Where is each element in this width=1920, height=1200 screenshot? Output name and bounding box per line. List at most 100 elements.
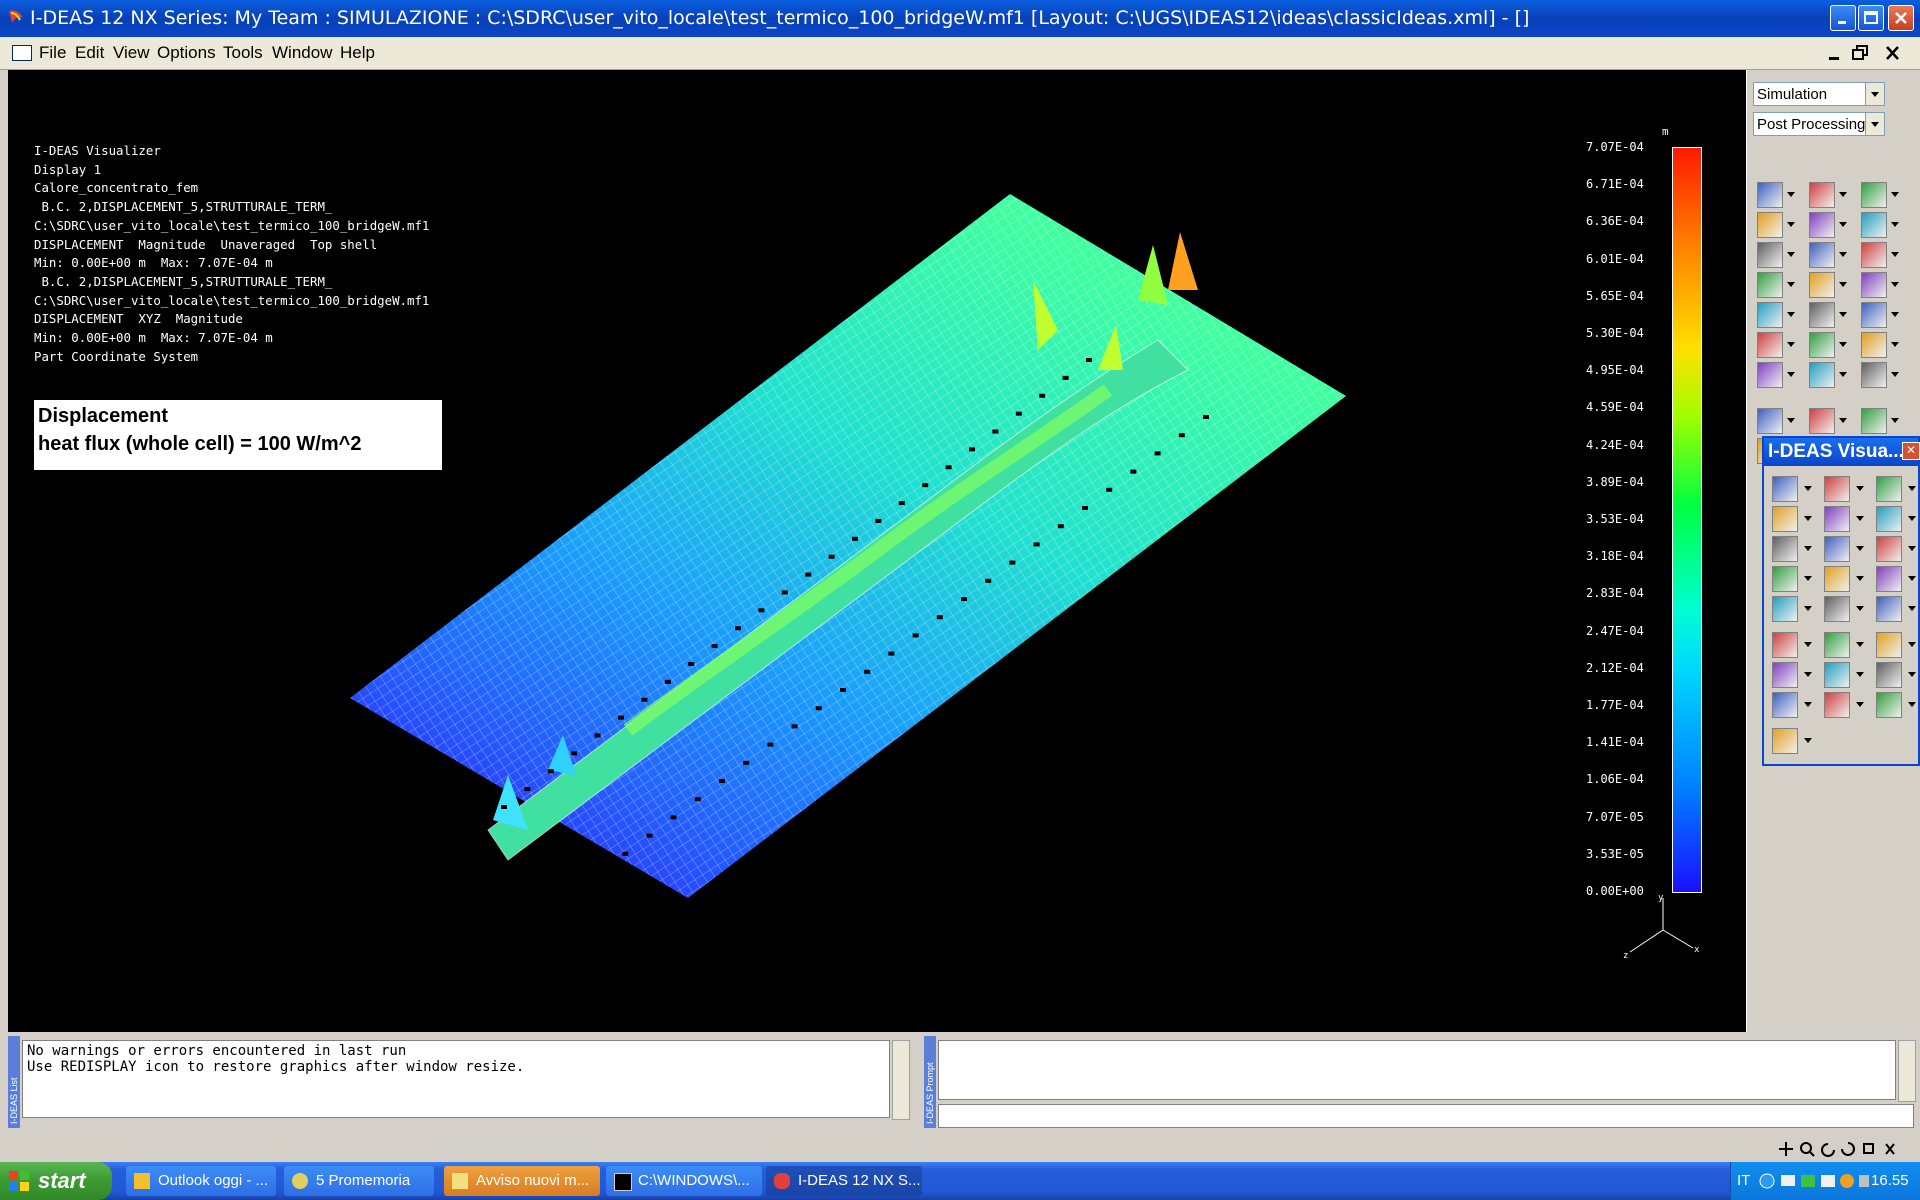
tool-dropdown-icon[interactable] xyxy=(1787,372,1795,377)
palette-tool-icon[interactable] xyxy=(1772,536,1798,562)
tool-dropdown-icon[interactable] xyxy=(1787,282,1795,287)
palette-tool-icon[interactable] xyxy=(1772,662,1798,688)
tool-dropdown-icon[interactable] xyxy=(1891,252,1899,257)
palette-tool-icon[interactable] xyxy=(1772,632,1798,658)
tool-icon[interactable] xyxy=(1861,332,1887,358)
tool-dropdown-icon[interactable] xyxy=(1839,342,1847,347)
palette-dropdown-icon[interactable] xyxy=(1908,642,1916,647)
palette-tool-icon[interactable] xyxy=(1824,692,1850,718)
palette-dropdown-icon[interactable] xyxy=(1908,486,1916,491)
menu-view[interactable]: View xyxy=(113,43,150,63)
tool-icon[interactable] xyxy=(1757,242,1783,268)
tool-icon[interactable] xyxy=(1757,212,1783,238)
task-new-mail-alert[interactable]: Avviso nuovi m... xyxy=(444,1166,600,1196)
palette-dropdown-icon[interactable] xyxy=(1856,576,1864,581)
task-outlook[interactable]: Outlook oggi - ... xyxy=(126,1166,276,1196)
tool-icon[interactable] xyxy=(1809,182,1835,208)
palette-dropdown-icon[interactable] xyxy=(1908,546,1916,551)
palette-dropdown-icon[interactable] xyxy=(1908,702,1916,707)
window-title-bar[interactable]: I-DEAS 12 NX Series: My Team : SIMULAZIO… xyxy=(0,0,1920,37)
visualizer-palette[interactable]: I-DEAS Visua... ✕ xyxy=(1762,436,1920,766)
tool-dropdown-icon[interactable] xyxy=(1839,418,1847,423)
tool-dropdown-icon[interactable] xyxy=(1891,372,1899,377)
list-output-text[interactable]: No warnings or errors encountered in las… xyxy=(22,1040,890,1118)
tool-icon[interactable] xyxy=(1757,362,1783,388)
palette-tool-icon[interactable] xyxy=(1824,566,1850,592)
palette-tool-icon[interactable] xyxy=(1876,632,1902,658)
palette-dropdown-icon[interactable] xyxy=(1908,516,1916,521)
palette-tool-icon[interactable] xyxy=(1824,476,1850,502)
tool-icon[interactable] xyxy=(1757,302,1783,328)
task-reminders[interactable]: 5 Promemoria xyxy=(284,1166,434,1196)
tool-dropdown-icon[interactable] xyxy=(1787,222,1795,227)
palette-dropdown-icon[interactable] xyxy=(1804,486,1812,491)
palette-tool-icon[interactable] xyxy=(1876,692,1902,718)
prompt-scrollbar[interactable] xyxy=(1898,1040,1916,1102)
tool-icon[interactable] xyxy=(1809,362,1835,388)
tool-icon[interactable] xyxy=(1809,212,1835,238)
task-command-prompt[interactable]: C:\WINDOWS\... xyxy=(606,1166,762,1196)
tool-dropdown-icon[interactable] xyxy=(1839,312,1847,317)
palette-tool-icon[interactable] xyxy=(1824,506,1850,532)
palette-dropdown-icon[interactable] xyxy=(1804,672,1812,677)
tool-dropdown-icon[interactable] xyxy=(1839,282,1847,287)
tool-dropdown-icon[interactable] xyxy=(1891,192,1899,197)
palette-tool-icon[interactable] xyxy=(1772,476,1798,502)
palette-tool-icon[interactable] xyxy=(1876,596,1902,622)
palette-tool-icon[interactable] xyxy=(1772,566,1798,592)
prompt-output[interactable] xyxy=(938,1040,1896,1100)
tool-dropdown-icon[interactable] xyxy=(1787,252,1795,257)
close-button[interactable] xyxy=(1888,5,1914,31)
tool-dropdown-icon[interactable] xyxy=(1839,192,1847,197)
chevron-down-icon[interactable] xyxy=(1865,83,1884,105)
palette-tool-icon[interactable] xyxy=(1772,596,1798,622)
document-icon[interactable] xyxy=(12,45,32,61)
tool-icon[interactable] xyxy=(1861,408,1887,434)
palette-dropdown-icon[interactable] xyxy=(1856,642,1864,647)
palette-dropdown-icon[interactable] xyxy=(1804,546,1812,551)
tool-icon[interactable] xyxy=(1757,182,1783,208)
palette-dropdown-icon[interactable] xyxy=(1908,576,1916,581)
menu-file[interactable]: File xyxy=(39,43,66,63)
tool-icon[interactable] xyxy=(1861,302,1887,328)
palette-tool-icon[interactable] xyxy=(1824,596,1850,622)
palette-dropdown-icon[interactable] xyxy=(1856,672,1864,677)
tool-icon[interactable] xyxy=(1861,182,1887,208)
mdi-minimize-icon[interactable] xyxy=(1826,45,1844,61)
tool-icon[interactable] xyxy=(1809,272,1835,298)
tool-dropdown-icon[interactable] xyxy=(1891,282,1899,287)
tool-icon[interactable] xyxy=(1809,332,1835,358)
menu-options[interactable]: Options xyxy=(157,43,216,63)
palette-dropdown-icon[interactable] xyxy=(1856,486,1864,491)
tool-icon[interactable] xyxy=(1757,408,1783,434)
mdi-close-icon[interactable] xyxy=(1884,45,1902,61)
prompt-input[interactable] xyxy=(938,1104,1914,1128)
palette-tool-icon[interactable] xyxy=(1876,536,1902,562)
tool-dropdown-icon[interactable] xyxy=(1839,372,1847,377)
mdi-restore-icon[interactable] xyxy=(1852,45,1870,61)
menu-tools[interactable]: Tools xyxy=(223,43,263,63)
tool-icon[interactable] xyxy=(1809,408,1835,434)
tool-icon[interactable] xyxy=(1757,332,1783,358)
palette-tool-icon[interactable] xyxy=(1876,662,1902,688)
palette-tool-icon[interactable] xyxy=(1824,536,1850,562)
palette-close-icon[interactable]: ✕ xyxy=(1902,442,1920,460)
tool-dropdown-icon[interactable] xyxy=(1787,192,1795,197)
palette-tool-icon[interactable] xyxy=(1824,662,1850,688)
palette-tool-icon[interactable] xyxy=(1772,692,1798,718)
tool-icon[interactable] xyxy=(1861,212,1887,238)
tool-dropdown-icon[interactable] xyxy=(1787,418,1795,423)
palette-dropdown-icon[interactable] xyxy=(1804,516,1812,521)
palette-tool-icon[interactable] xyxy=(1824,632,1850,658)
palette-dropdown-icon[interactable] xyxy=(1804,702,1812,707)
tray-icons[interactable] xyxy=(1759,1172,1869,1190)
menu-window[interactable]: Window xyxy=(272,43,332,63)
tool-icon[interactable] xyxy=(1861,242,1887,268)
task-select[interactable]: Simulation xyxy=(1753,82,1885,106)
tool-dropdown-icon[interactable] xyxy=(1839,222,1847,227)
tool-dropdown-icon[interactable] xyxy=(1891,312,1899,317)
palette-dropdown-icon[interactable] xyxy=(1856,702,1864,707)
palette-tool-icon[interactable] xyxy=(1876,566,1902,592)
menu-edit[interactable]: Edit xyxy=(75,43,104,63)
palette-dropdown-icon[interactable] xyxy=(1908,672,1916,677)
